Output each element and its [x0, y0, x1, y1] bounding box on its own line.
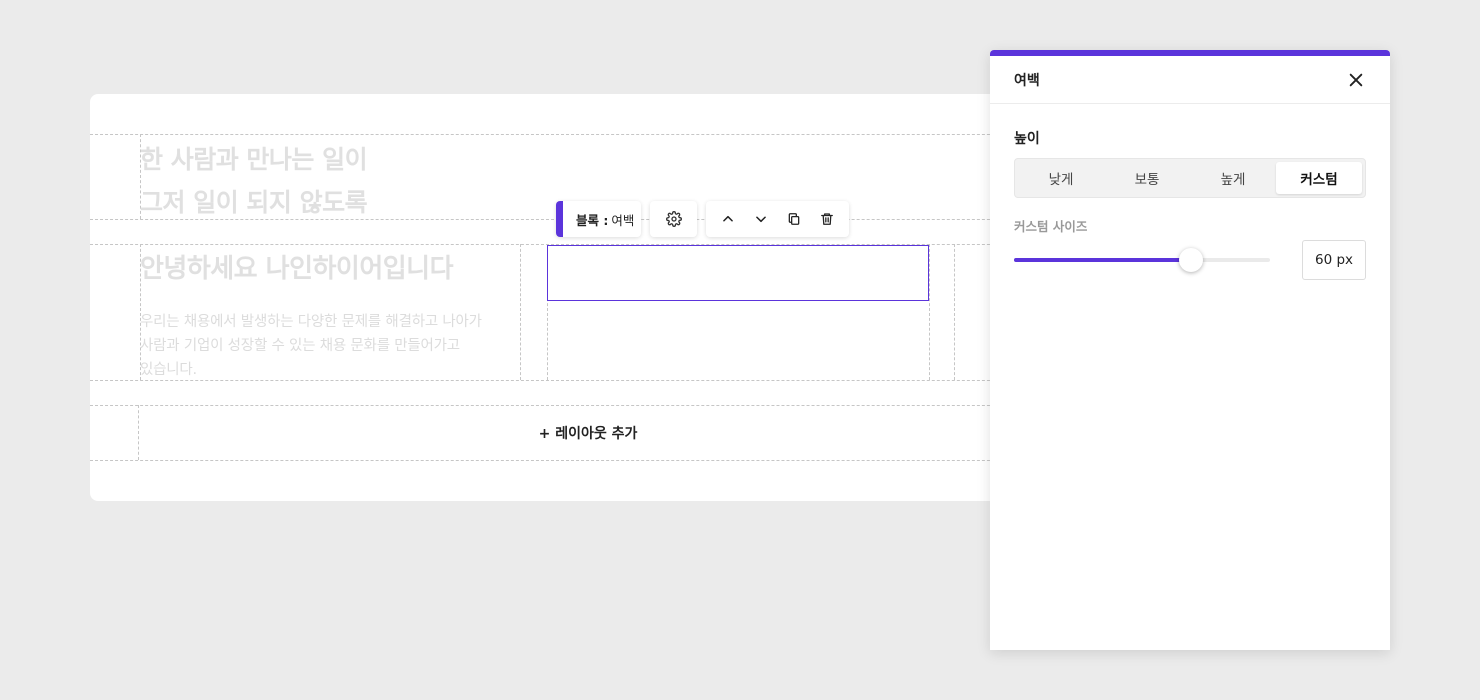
hero-text-line: 한 사람과 만나는 일이	[140, 145, 368, 174]
height-option-low[interactable]: 낮게	[1018, 162, 1104, 194]
gear-icon	[662, 207, 686, 231]
spacer-settings-panel: 여백 높이 낮게 보통 높게 커스텀 커스텀 사이즈 60 px	[990, 50, 1390, 650]
section-subtitle: 안녕하세요 나인하이어입니다	[140, 254, 454, 284]
column-guide-line	[954, 244, 955, 380]
body-text-line: 있습니다.	[140, 362, 197, 378]
editor-canvas: 한 사람과 만나는 일이 그저 일이 되지 않도록 안녕하세요 나인하이어입니다…	[90, 94, 1030, 501]
body-text-line: 사람과 기업이 성장할 수 있는 채용 문화를 만들어가고	[140, 338, 460, 354]
height-option-custom[interactable]: 커스텀	[1276, 162, 1362, 194]
section-guide-line	[90, 134, 1030, 135]
trash-icon[interactable]	[815, 207, 839, 231]
column-guide-line	[929, 244, 930, 380]
custom-size-input[interactable]: 60 px	[1302, 240, 1366, 280]
block-actions-toolbar	[706, 201, 849, 237]
block-type-label: 블록 : 여백	[556, 201, 641, 237]
height-section-label: 높이	[1014, 131, 1040, 147]
close-icon[interactable]	[1346, 70, 1366, 90]
chevron-down-icon[interactable]	[749, 207, 773, 231]
height-option-high[interactable]: 높게	[1190, 162, 1276, 194]
height-option-normal[interactable]: 보통	[1104, 162, 1190, 194]
block-label-prefix: 블록 :	[576, 212, 609, 228]
custom-size-label: 커스텀 사이즈	[1014, 219, 1088, 234]
chevron-up-icon[interactable]	[716, 207, 740, 231]
block-settings-button[interactable]	[650, 201, 697, 237]
body-text-line: 우리는 채용에서 발생하는 다양한 문제를 해결하고 나아가	[140, 314, 482, 330]
section-guide-line	[90, 380, 1030, 381]
selected-spacer-block[interactable]	[547, 245, 929, 301]
column-guide-line	[520, 244, 521, 380]
add-layout-button[interactable]: + 레이아웃 추가	[138, 405, 1030, 461]
hero-text-line: 그저 일이 되지 않도록	[140, 188, 368, 217]
block-label-value: 여백	[611, 212, 635, 228]
copy-icon[interactable]	[782, 207, 806, 231]
slider-fill	[1014, 258, 1191, 262]
panel-header: 여백	[990, 56, 1390, 104]
add-layout-label: + 레이아웃 추가	[538, 426, 638, 442]
panel-title: 여백	[1014, 72, 1040, 89]
height-option-selector: 낮게 보통 높게 커스텀	[1014, 158, 1366, 198]
slider-thumb[interactable]	[1178, 248, 1203, 272]
custom-size-slider[interactable]	[1014, 248, 1270, 272]
